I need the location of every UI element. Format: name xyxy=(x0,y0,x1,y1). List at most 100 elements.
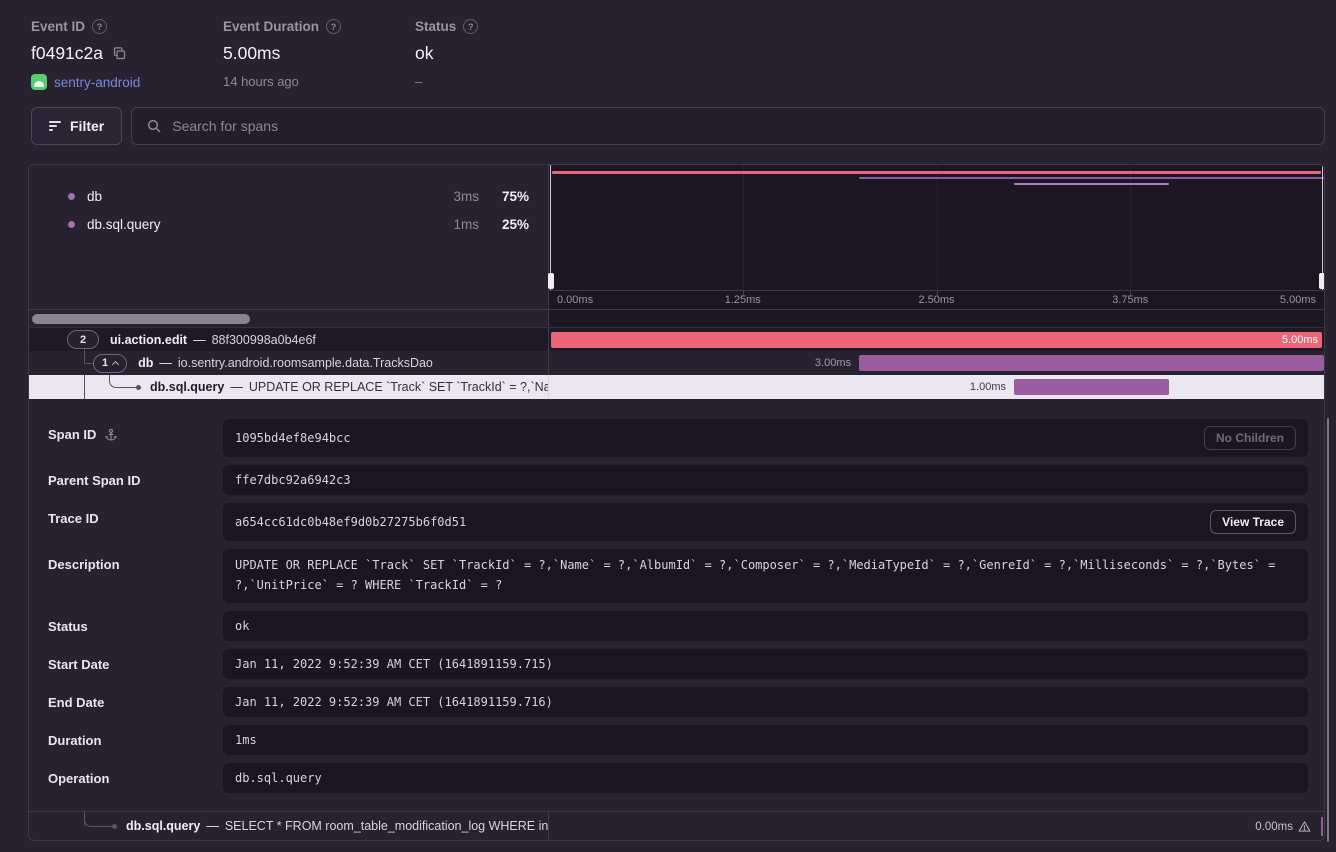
detail-label: Duration xyxy=(48,733,101,748)
axis-label: 3.75ms xyxy=(1112,294,1148,306)
event-id-label-row: Event ID ? xyxy=(31,19,223,34)
span-bar[interactable] xyxy=(1014,379,1169,395)
span-duration-label: 1.00ms xyxy=(970,375,1006,399)
op-percent: 75% xyxy=(495,189,529,204)
leaf-dot xyxy=(136,385,141,390)
children-count-badge-expanded[interactable]: 1 xyxy=(93,354,127,373)
span-bar[interactable] xyxy=(551,332,1322,348)
event-header: Event ID ? f0491c2a sentry-android Event xyxy=(0,0,1336,90)
op-color-dot xyxy=(68,193,75,200)
op-duration: 3ms xyxy=(453,189,479,204)
event-age: 14 hours ago xyxy=(223,74,415,89)
chevron-up-icon xyxy=(112,360,119,367)
span-bar-zero-width[interactable] xyxy=(1321,817,1323,836)
spans-toolbar: Filter xyxy=(31,107,1325,145)
span-search-box[interactable] xyxy=(131,107,1325,145)
filter-button-label: Filter xyxy=(70,118,104,134)
detail-value: ok xyxy=(235,619,249,633)
status-value: ok xyxy=(415,43,607,64)
event-duration-label-row: Event Duration ? xyxy=(223,19,415,34)
detail-row-operation: Operation db.sql.query xyxy=(48,763,1324,793)
span-desc: UPDATE OR REPLACE `Track` SET `TrackId` … xyxy=(249,380,549,394)
detail-value: UPDATE OR REPLACE `Track` SET `TrackId` … xyxy=(235,556,1296,596)
axis-label: 1.25ms xyxy=(725,294,761,306)
detail-value: ffe7dbc92a6942c3 xyxy=(235,473,351,487)
span-row-ui-action-edit[interactable]: 2 ui.action.edit — 88f300998a0b4e6f 5.00… xyxy=(29,327,1324,351)
detail-label: Trace ID xyxy=(48,511,99,526)
status-sub: – xyxy=(415,74,607,89)
span-search-input[interactable] xyxy=(172,118,1310,134)
separator: — xyxy=(159,356,172,370)
event-id-column: Event ID ? f0491c2a sentry-android xyxy=(31,19,223,90)
window-right-edge xyxy=(1322,165,1323,290)
detail-row-status: Status ok xyxy=(48,611,1324,641)
span-name-cell: db.sql.query — SELECT * FROM room_table_… xyxy=(29,812,549,840)
separator: — xyxy=(230,380,243,394)
event-id-value-row: f0491c2a xyxy=(31,43,223,64)
legend-item-db[interactable]: db 3ms 75% xyxy=(29,182,548,210)
window-left-handle[interactable] xyxy=(548,273,554,289)
gridline xyxy=(743,165,744,290)
event-duration-label: Event Duration xyxy=(223,19,319,34)
help-icon[interactable]: ? xyxy=(92,19,107,34)
status-column: Status ? ok – xyxy=(415,19,607,90)
project-row: sentry-android xyxy=(31,74,223,90)
window-right-handle[interactable] xyxy=(1319,273,1325,289)
minimap-span-ui-action-edit xyxy=(552,171,1321,174)
no-children-button[interactable]: No Children xyxy=(1204,426,1296,450)
detail-value: a654cc61dc0b48ef9d0b27275b6f0d51 xyxy=(235,515,466,529)
tree-connector xyxy=(84,351,85,363)
span-duration-label: 3.00ms xyxy=(815,351,851,375)
scrollbar-thumb[interactable] xyxy=(32,314,250,324)
detail-label: End Date xyxy=(48,695,104,710)
span-op: db xyxy=(138,356,153,370)
span-row-db[interactable]: 1 db — io.sentry.android.roomsample.data… xyxy=(29,351,1324,375)
span-name-cell: 2 ui.action.edit — 88f300998a0b4e6f xyxy=(29,328,549,351)
span-op: ui.action.edit xyxy=(110,333,187,347)
span-duration-label: 0.00ms xyxy=(1255,812,1311,841)
op-duration: 1ms xyxy=(453,217,479,232)
tree-connector-elbow xyxy=(109,375,138,388)
span-op: db.sql.query xyxy=(126,819,200,833)
detail-row-description: Description UPDATE OR REPLACE `Track` SE… xyxy=(48,549,1324,603)
help-icon[interactable]: ? xyxy=(326,19,341,34)
view-trace-button[interactable]: View Trace xyxy=(1210,510,1296,534)
span-row-db-sql-query-select[interactable]: db.sql.query — SELECT * FROM room_table_… xyxy=(29,811,1324,840)
trace-view-panel: db 3ms 75% db.sql.query 1ms 25% xyxy=(28,164,1325,841)
minimap-axis: 0.00ms 1.25ms 2.50ms 3.75ms 5.00ms xyxy=(549,290,1324,309)
project-link[interactable]: sentry-android xyxy=(54,75,140,90)
detail-row-duration: Duration 1ms xyxy=(48,725,1324,755)
span-timeline-cell: 5.00ms xyxy=(549,328,1324,351)
detail-row-start-date: Start Date Jan 11, 2022 9:52:39 AM CET (… xyxy=(48,649,1324,679)
span-timeline-cell: 0.00ms xyxy=(549,812,1324,840)
help-icon[interactable]: ? xyxy=(463,19,478,34)
detail-row-end-date: End Date Jan 11, 2022 9:52:39 AM CET (16… xyxy=(48,687,1324,717)
legend-item-db-sql-query[interactable]: db.sql.query 1ms 25% xyxy=(29,210,548,238)
details-vertical-scrollbar[interactable] xyxy=(1327,418,1329,842)
minimap-span-db-sql-query xyxy=(1014,183,1169,185)
overview-band: db 3ms 75% db.sql.query 1ms 25% xyxy=(29,165,1324,309)
minimap-span-db xyxy=(859,177,1324,179)
anchor-icon[interactable] xyxy=(104,428,118,442)
copy-icon[interactable] xyxy=(112,46,127,61)
event-duration-column: Event Duration ? 5.00ms 14 hours ago xyxy=(223,19,415,90)
detail-label: Start Date xyxy=(48,657,109,672)
filter-button[interactable]: Filter xyxy=(31,107,122,145)
trace-minimap[interactable]: 0.00ms 1.25ms 2.50ms 3.75ms 5.00ms xyxy=(549,165,1324,309)
span-bar[interactable] xyxy=(859,355,1324,371)
op-name: db xyxy=(87,189,453,204)
span-row-db-sql-query-selected[interactable]: db.sql.query — UPDATE OR REPLACE `Track`… xyxy=(29,375,1324,399)
span-desc: 88f300998a0b4e6f xyxy=(212,333,316,347)
detail-value: 1ms xyxy=(235,733,257,747)
search-icon xyxy=(146,118,162,134)
span-desc: SELECT * FROM room_table_modification_lo… xyxy=(225,819,549,833)
detail-value: Jan 11, 2022 9:52:39 AM CET (1641891159.… xyxy=(235,695,553,709)
timeline-gutter xyxy=(549,310,1324,327)
trace-event-page: Event ID ? f0491c2a sentry-android Event xyxy=(0,0,1336,852)
op-percent: 25% xyxy=(495,217,529,232)
span-name-cell: db.sql.query — UPDATE OR REPLACE `Track`… xyxy=(29,375,549,399)
span-desc: io.sentry.android.roomsample.data.Tracks… xyxy=(178,356,433,370)
children-count-badge[interactable]: 2 xyxy=(67,330,99,349)
android-icon xyxy=(31,74,47,90)
tree-horizontal-scrollbar[interactable] xyxy=(29,310,549,327)
